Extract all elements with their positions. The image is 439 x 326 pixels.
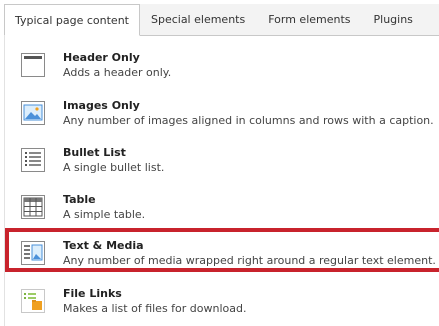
list-item-text: Table A simple table. — [63, 192, 145, 222]
tab-plugins[interactable]: Plugins — [363, 4, 425, 35]
item-title: File Links — [63, 287, 122, 300]
item-description: Makes a list of files for download. — [63, 302, 247, 315]
list-item-table[interactable]: Table A simple table. — [5, 190, 439, 230]
images-only-icon — [21, 101, 45, 125]
header-only-icon — [21, 53, 45, 77]
content-element-list: Header Only Adds a header only. Images O… — [4, 36, 439, 326]
bullet-list-icon — [21, 148, 45, 172]
item-title: Header Only — [63, 51, 140, 64]
item-title: Bullet List — [63, 146, 126, 159]
content-type-tabbar: Typical page content Special elements Fo… — [4, 4, 439, 36]
item-description: Any number of images aligned in columns … — [63, 114, 434, 127]
item-title: Images Only — [63, 99, 140, 112]
list-item-text: Header Only Adds a header only. — [63, 50, 171, 80]
file-links-icon — [21, 289, 45, 313]
item-description: Adds a header only. — [63, 66, 172, 79]
list-item-bullet-list[interactable]: Bullet List A single bullet list. — [5, 143, 439, 183]
list-item-header-only[interactable]: Header Only Adds a header only. — [5, 48, 439, 88]
item-description: A simple table. — [63, 208, 146, 221]
table-icon — [21, 195, 45, 219]
tab-form-elements[interactable]: Form elements — [257, 4, 362, 35]
list-item-text: Images Only Any number of images aligned… — [63, 98, 434, 128]
tab-typical-page-content[interactable]: Typical page content — [4, 4, 140, 36]
item-title: Table — [63, 193, 96, 206]
list-item-text: File Links Makes a list of files for dow… — [63, 286, 246, 316]
tab-special-elements[interactable]: Special elements — [140, 4, 257, 35]
list-item-images-only[interactable]: Images Only Any number of images aligned… — [5, 96, 439, 136]
list-item-file-links[interactable]: File Links Makes a list of files for dow… — [5, 284, 439, 324]
list-item-text: Bullet List A single bullet list. — [63, 145, 164, 175]
selection-highlight-frame — [5, 228, 439, 272]
item-description: A single bullet list. — [63, 161, 165, 174]
